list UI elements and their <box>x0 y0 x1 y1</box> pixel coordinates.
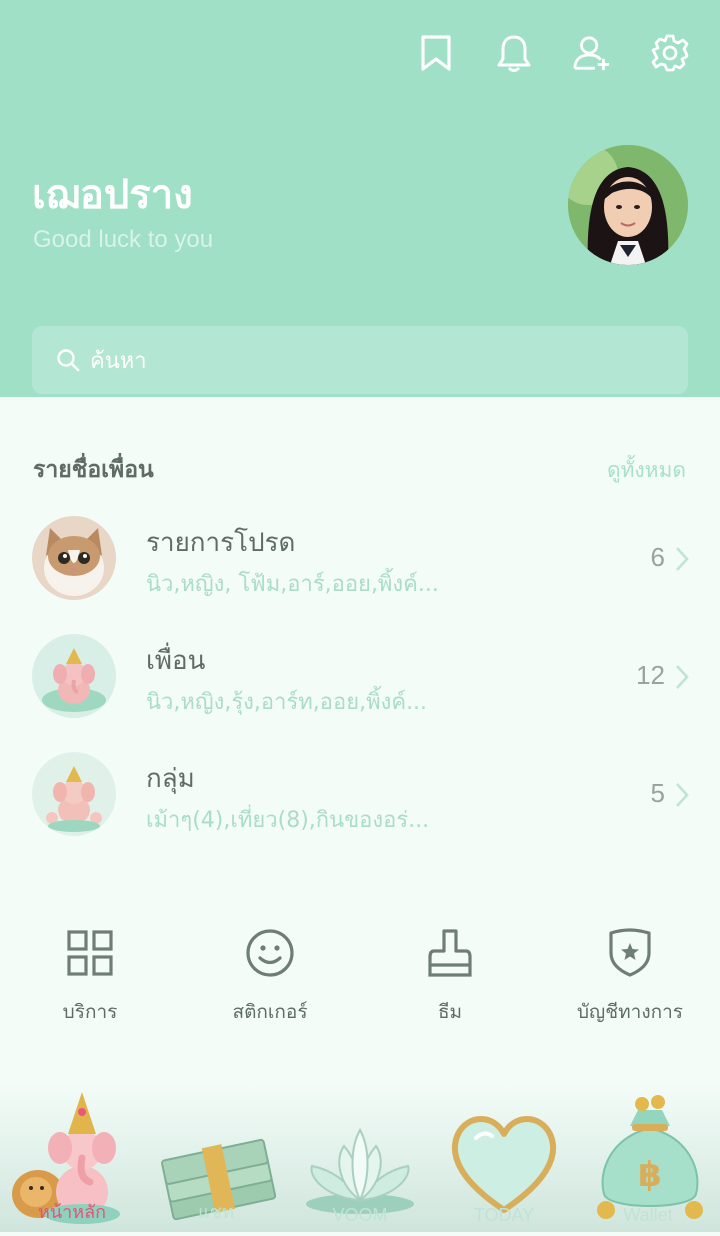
list-item-title: กลุ่ม <box>146 764 195 794</box>
list-item-subtitle: เม้าๆ(4),เที่ยว(8),กินของอร่... <box>146 808 430 833</box>
list-item-groups[interactable]: กลุ่ม เม้าๆ(4),เที่ยว(8),กินของอร่... 5 <box>0 752 720 852</box>
stickers-label: สติกเกอร์ <box>232 1001 308 1023</box>
profile-avatar[interactable] <box>568 145 688 265</box>
status-message[interactable]: Good luck to you <box>33 226 213 254</box>
tab-today[interactable]: TODAY <box>432 1082 576 1232</box>
smiley-icon <box>242 925 298 981</box>
chevron-right-icon <box>676 665 689 689</box>
bell-icon[interactable] <box>494 30 534 76</box>
service-shortcuts: บริการ สติกเกอร์ ธีม บัญชีทางการ <box>0 925 720 1035</box>
tab-home[interactable]: หน้าหลัก <box>0 1082 144 1232</box>
search-bar[interactable]: ค้นหา <box>32 326 688 394</box>
grid-icon <box>62 925 118 981</box>
list-item-count: 6 <box>650 542 665 572</box>
bottom-tab-bar: หน้าหลัก แชท VOOM TODAY ฿ Wallet <box>0 1082 720 1232</box>
official-accounts-label: บัญชีทางการ <box>577 1001 683 1023</box>
list-item-count: 12 <box>636 660 665 690</box>
tab-chat[interactable]: แชท <box>144 1082 288 1232</box>
brush-icon <box>422 925 478 981</box>
tab-label: แชท <box>198 1202 234 1222</box>
see-all-link[interactable]: ดูทั้งหมด <box>607 454 686 487</box>
ganesha-avatar-icon <box>32 634 116 718</box>
header-toolbar <box>416 30 690 76</box>
tab-label: TODAY <box>473 1205 535 1225</box>
themes-button[interactable]: ธีม <box>365 925 535 1027</box>
tab-label: หน้าหลัก <box>37 1202 107 1222</box>
list-item-title: เพื่อน <box>146 646 206 676</box>
themes-label: ธีม <box>437 1001 463 1023</box>
add-friend-icon[interactable] <box>572 30 612 76</box>
shield-star-icon <box>602 925 658 981</box>
services-button[interactable]: บริการ <box>5 925 175 1027</box>
ganesha-group-avatar-icon <box>32 752 116 836</box>
profile-name[interactable]: เฌอปราง <box>32 162 193 226</box>
list-item-title: รายการโปรด <box>146 528 296 558</box>
tab-wallet[interactable]: ฿ Wallet <box>576 1082 720 1232</box>
cat-avatar-icon <box>32 516 116 600</box>
search-placeholder: ค้นหา <box>90 348 147 374</box>
list-item-subtitle: นิว,หญิง, โฟ้ม,อาร์,ออย,พิ้งค์... <box>146 572 439 597</box>
list-item-favorites[interactable]: รายการโปรด นิว,หญิง, โฟ้ม,อาร์,ออย,พิ้งค… <box>0 516 720 616</box>
bookmark-icon[interactable] <box>416 30 456 76</box>
list-item-subtitle: นิว,หญิง,รุ้ง,อาร์ท,ออย,พิ้งค์... <box>146 690 428 715</box>
stickers-button[interactable]: สติกเกอร์ <box>185 925 355 1027</box>
search-icon <box>56 347 82 373</box>
friends-section-title: รายชื่อเพื่อน <box>33 457 154 483</box>
svg-text:฿: ฿ <box>638 1155 662 1195</box>
list-item-count: 5 <box>650 778 665 808</box>
tab-label: Wallet <box>623 1205 673 1225</box>
tab-voom[interactable]: VOOM <box>288 1082 432 1232</box>
profile-header: เฌอปราง Good luck to you ค้นหา <box>0 0 720 397</box>
chevron-right-icon <box>676 547 689 571</box>
services-label: บริการ <box>62 1001 118 1023</box>
gear-icon[interactable] <box>650 30 690 76</box>
official-accounts-button[interactable]: บัญชีทางการ <box>545 925 715 1027</box>
chevron-right-icon <box>676 783 689 807</box>
tab-label: VOOM <box>332 1205 388 1225</box>
list-item-friends[interactable]: เพื่อน นิว,หญิง,รุ้ง,อาร์ท,ออย,พิ้งค์...… <box>0 634 720 734</box>
